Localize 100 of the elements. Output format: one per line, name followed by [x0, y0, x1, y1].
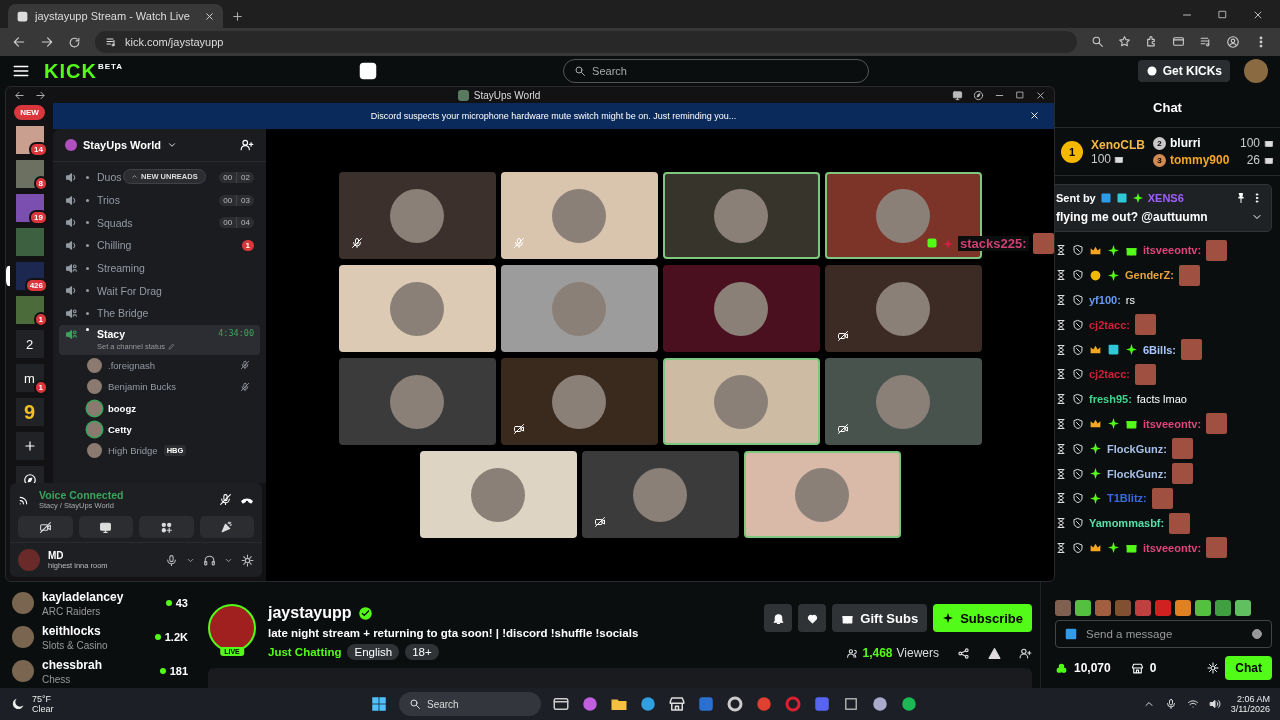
network-icon[interactable]: [1186, 698, 1199, 710]
user-avatar[interactable]: [1244, 59, 1268, 83]
username[interactable]: itsveeontv:: [1143, 417, 1202, 430]
close-icon[interactable]: [1035, 89, 1046, 101]
music-icon[interactable]: [900, 695, 918, 713]
controller-icon[interactable]: [813, 695, 831, 713]
browser-icon[interactable]: [755, 695, 773, 713]
username[interactable]: GenderZ:: [1125, 269, 1174, 282]
channel-list-item[interactable]: chessbrah Chess 181: [0, 654, 200, 688]
search-field[interactable]: Search: [563, 59, 870, 83]
steam-icon[interactable]: [871, 695, 889, 713]
start-icon[interactable]: [370, 695, 388, 713]
timeout-icon[interactable]: [1055, 343, 1067, 356]
video-tile[interactable]: [338, 358, 496, 445]
get-kicks-button[interactable]: Get KICKs: [1137, 60, 1230, 82]
video-tile[interactable]: [419, 451, 577, 538]
ban-icon[interactable]: [1072, 244, 1084, 257]
timeout-icon[interactable]: [1055, 244, 1067, 257]
username[interactable]: 6Bills:: [1143, 343, 1176, 356]
headphones-icon[interactable]: [203, 553, 216, 567]
screen-share-button[interactable]: [78, 516, 133, 538]
taskbar-search[interactable]: Search: [399, 692, 541, 716]
timeout-icon[interactable]: [1055, 318, 1067, 331]
user-add-icon[interactable]: [1019, 646, 1032, 660]
close-icon[interactable]: [1252, 9, 1264, 21]
username[interactable]: stacks225:: [958, 236, 1029, 251]
voice-channel[interactable]: Chilling 1: [59, 234, 260, 257]
back-icon[interactable]: [12, 35, 26, 49]
ban-icon[interactable]: [1072, 294, 1084, 306]
channel-list-item[interactable]: kayladelancey ARC Raiders 43: [0, 586, 200, 620]
username[interactable]: yf100:: [1089, 294, 1121, 306]
ban-icon[interactable]: [1072, 442, 1084, 455]
tag[interactable]: 18+: [405, 644, 439, 660]
ban-icon[interactable]: [1072, 517, 1084, 530]
voice-member[interactable]: .foreignash: [59, 354, 260, 377]
chevron-down-icon[interactable]: [167, 140, 178, 150]
invite-icon[interactable]: [240, 138, 254, 152]
username[interactable]: Yamommasbf:: [1089, 517, 1165, 530]
ban-icon[interactable]: [1072, 368, 1084, 381]
mic-icon[interactable]: [165, 553, 178, 567]
forward-icon[interactable]: [35, 89, 46, 101]
ban-icon[interactable]: [1072, 492, 1084, 505]
video-tile[interactable]: [743, 451, 901, 538]
voice-status[interactable]: Voice Connected: [39, 489, 211, 501]
extensions-icon[interactable]: [1145, 35, 1158, 48]
camera-button[interactable]: [18, 516, 73, 538]
swirl-icon[interactable]: [581, 695, 599, 713]
maximize-icon[interactable]: [1015, 90, 1025, 100]
noise-suppression-icon[interactable]: [219, 493, 232, 506]
username[interactable]: FlockGunz:: [1107, 467, 1167, 480]
username[interactable]: cj2tacc:: [1089, 318, 1130, 331]
box-icon[interactable]: [842, 695, 860, 713]
message-input[interactable]: Send a message: [1055, 620, 1272, 648]
store-bag-icon[interactable]: [668, 695, 686, 713]
timeout-icon[interactable]: [1055, 294, 1067, 306]
ring-icon[interactable]: [784, 695, 802, 713]
username[interactable]: fresh95:: [1089, 393, 1132, 406]
close-icon[interactable]: [1029, 110, 1040, 121]
address-bar[interactable]: kick.com/jaystayupp: [95, 31, 1077, 53]
clock-icon[interactable]: [726, 695, 744, 713]
back-icon[interactable]: [14, 89, 25, 101]
warning-icon[interactable]: [988, 646, 1001, 660]
username[interactable]: cj2tacc:: [1089, 368, 1130, 381]
ban-icon[interactable]: [1072, 541, 1084, 554]
account-icon[interactable]: [1226, 35, 1240, 49]
server-name[interactable]: StayUps World: [83, 139, 162, 151]
voice-channel[interactable]: Streaming: [59, 256, 260, 280]
activity-button[interactable]: [139, 516, 194, 538]
video-tile[interactable]: [500, 265, 658, 352]
zoom-icon[interactable]: [1091, 35, 1104, 48]
settings-icon[interactable]: [241, 553, 254, 567]
mic-icon[interactable]: [1164, 698, 1177, 710]
timeout-icon[interactable]: [1055, 368, 1067, 381]
timeout-icon[interactable]: [1055, 467, 1067, 480]
help-icon[interactable]: [973, 89, 984, 101]
follow-button[interactable]: [798, 604, 827, 632]
browser-tab[interactable]: jaystayupp Stream - Watch Live: [8, 4, 223, 28]
username[interactable]: itsveeontv:: [1143, 541, 1202, 554]
gift-subs-button[interactable]: Gift Subs: [832, 604, 928, 632]
send-chat-button[interactable]: Chat: [1225, 656, 1272, 680]
video-tile[interactable]: [581, 451, 739, 538]
ban-icon[interactable]: [1072, 467, 1084, 480]
timeout-icon[interactable]: [1055, 492, 1067, 505]
video-tile[interactable]: [338, 172, 496, 259]
timeout-icon[interactable]: [1055, 517, 1067, 530]
ban-icon[interactable]: [1072, 343, 1084, 356]
video-tile[interactable]: [662, 172, 820, 259]
ban-icon[interactable]: [1072, 393, 1084, 406]
username[interactable]: T1Blitz:: [1107, 492, 1147, 505]
voice-member[interactable]: boogz: [59, 397, 260, 419]
tab-search-icon[interactable]: [1172, 35, 1185, 48]
forward-icon[interactable]: [40, 35, 54, 49]
maximize-icon[interactable]: [1217, 9, 1228, 20]
video-tile[interactable]: [500, 172, 658, 259]
notification-button[interactable]: [764, 604, 793, 632]
voice-member[interactable]: Benjamin Bucks: [59, 376, 260, 398]
voice-channel[interactable]: Wait For Drag: [59, 279, 260, 303]
clock-date[interactable]: 3/11/2026: [1230, 704, 1270, 714]
voice-member[interactable]: Cetty: [59, 418, 260, 440]
username[interactable]: FlockGunz:: [1107, 442, 1167, 455]
